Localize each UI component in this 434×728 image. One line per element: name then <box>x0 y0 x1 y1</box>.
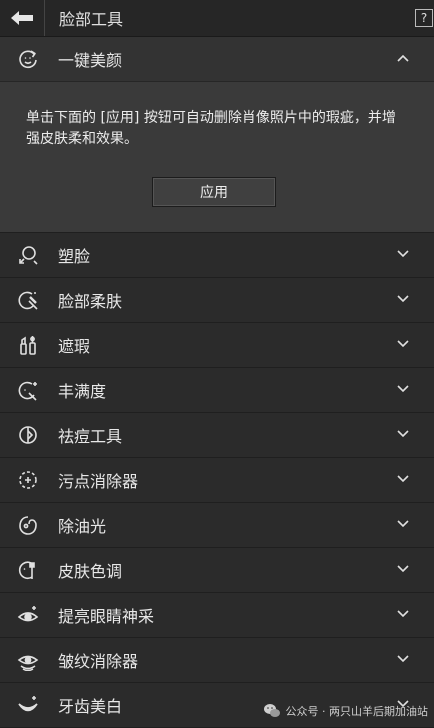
wechat-icon <box>263 702 281 720</box>
chevron-down-icon <box>396 607 410 621</box>
tool-row-shine-removal[interactable]: 除油光 <box>0 503 434 548</box>
tool-label: 祛痘工具 <box>58 427 123 446</box>
chevron-up-icon[interactable] <box>396 51 410 65</box>
chevron-down-icon <box>396 382 410 396</box>
chevron-down-icon <box>396 427 410 441</box>
panel-title: 脸部工具 <box>59 10 124 29</box>
skin-tone-icon <box>17 559 39 581</box>
tool-row-eye-brighten[interactable]: 提亮眼睛神采 <box>0 593 434 638</box>
tool-label: 皮肤色调 <box>58 562 123 581</box>
help-button[interactable]: ? <box>414 8 434 28</box>
chevron-down-icon <box>396 652 410 666</box>
chevron-down-icon <box>396 292 410 306</box>
tool-label: 牙齿美白 <box>58 697 123 716</box>
tool-row-skin-tone[interactable]: 皮肤色调 <box>0 548 434 593</box>
watermark-text: 公众号 · 两只山羊后期加油站 <box>285 705 429 718</box>
help-icon: ? <box>415 9 433 27</box>
tool-row-face-shape[interactable]: 塑脸 <box>0 233 434 278</box>
tool-label: 塑脸 <box>58 247 91 266</box>
chevron-down-icon <box>396 472 410 486</box>
tool-label: 丰满度 <box>58 382 107 401</box>
chevron-down-icon <box>396 562 410 576</box>
tool-row-acne[interactable]: 祛痘工具 <box>0 413 434 458</box>
section-one-click-beauty[interactable]: 一键美颜 <box>0 37 434 82</box>
tool-row-blemish-remover[interactable]: 污点消除器 <box>0 458 434 503</box>
section-label: 一键美颜 <box>58 51 123 70</box>
tool-row-wrinkle-remover[interactable]: 皱纹消除器 <box>0 638 434 683</box>
wrinkle-remover-icon <box>17 649 39 671</box>
tool-label: 除油光 <box>58 517 107 536</box>
tool-label: 污点消除器 <box>58 472 139 491</box>
watermark: 公众号 · 两只山羊后期加油站 <box>263 702 429 720</box>
face-smooth-icon <box>17 289 39 311</box>
chevron-down-icon <box>396 337 410 351</box>
fullness-icon <box>17 379 39 401</box>
beauty-refresh-icon <box>17 48 39 70</box>
face-tools-panel: 脸部工具 ? 一键美颜 单击下面的 [应用] 按钮可自动删除肖像照片中的瑕疵，并… <box>0 0 434 728</box>
chevron-down-icon <box>396 517 410 531</box>
tool-label: 提亮眼睛神采 <box>58 607 155 626</box>
panel-header: 脸部工具 ? <box>0 0 434 37</box>
one-click-beauty-body: 单击下面的 [应用] 按钮可自动删除肖像照片中的瑕疵，并增强皮肤柔和效果。 应用 <box>0 82 434 233</box>
tool-row-face-smooth[interactable]: 脸部柔肤 <box>0 278 434 323</box>
shine-removal-icon <box>17 514 39 536</box>
back-button[interactable] <box>0 0 44 36</box>
chevron-down-icon <box>396 247 410 261</box>
eye-brighten-icon <box>17 604 39 626</box>
section-description: 单击下面的 [应用] 按钮可自动删除肖像照片中的瑕疵，并增强皮肤柔和效果。 <box>26 110 396 147</box>
header-divider <box>44 0 45 36</box>
face-shape-icon <box>17 244 39 266</box>
acne-tool-icon <box>17 424 39 446</box>
blemish-remover-icon <box>17 469 39 491</box>
teeth-whiten-icon <box>17 694 39 716</box>
tool-row-fullness[interactable]: 丰满度 <box>0 368 434 413</box>
tool-row-concealer[interactable]: 遮瑕 <box>0 323 434 368</box>
back-arrow-icon <box>10 10 34 26</box>
tool-label: 遮瑕 <box>58 337 91 356</box>
tool-label: 脸部柔肤 <box>58 292 123 311</box>
concealer-icon <box>17 334 39 356</box>
apply-button[interactable]: 应用 <box>152 177 276 207</box>
tool-label: 皱纹消除器 <box>58 652 139 671</box>
